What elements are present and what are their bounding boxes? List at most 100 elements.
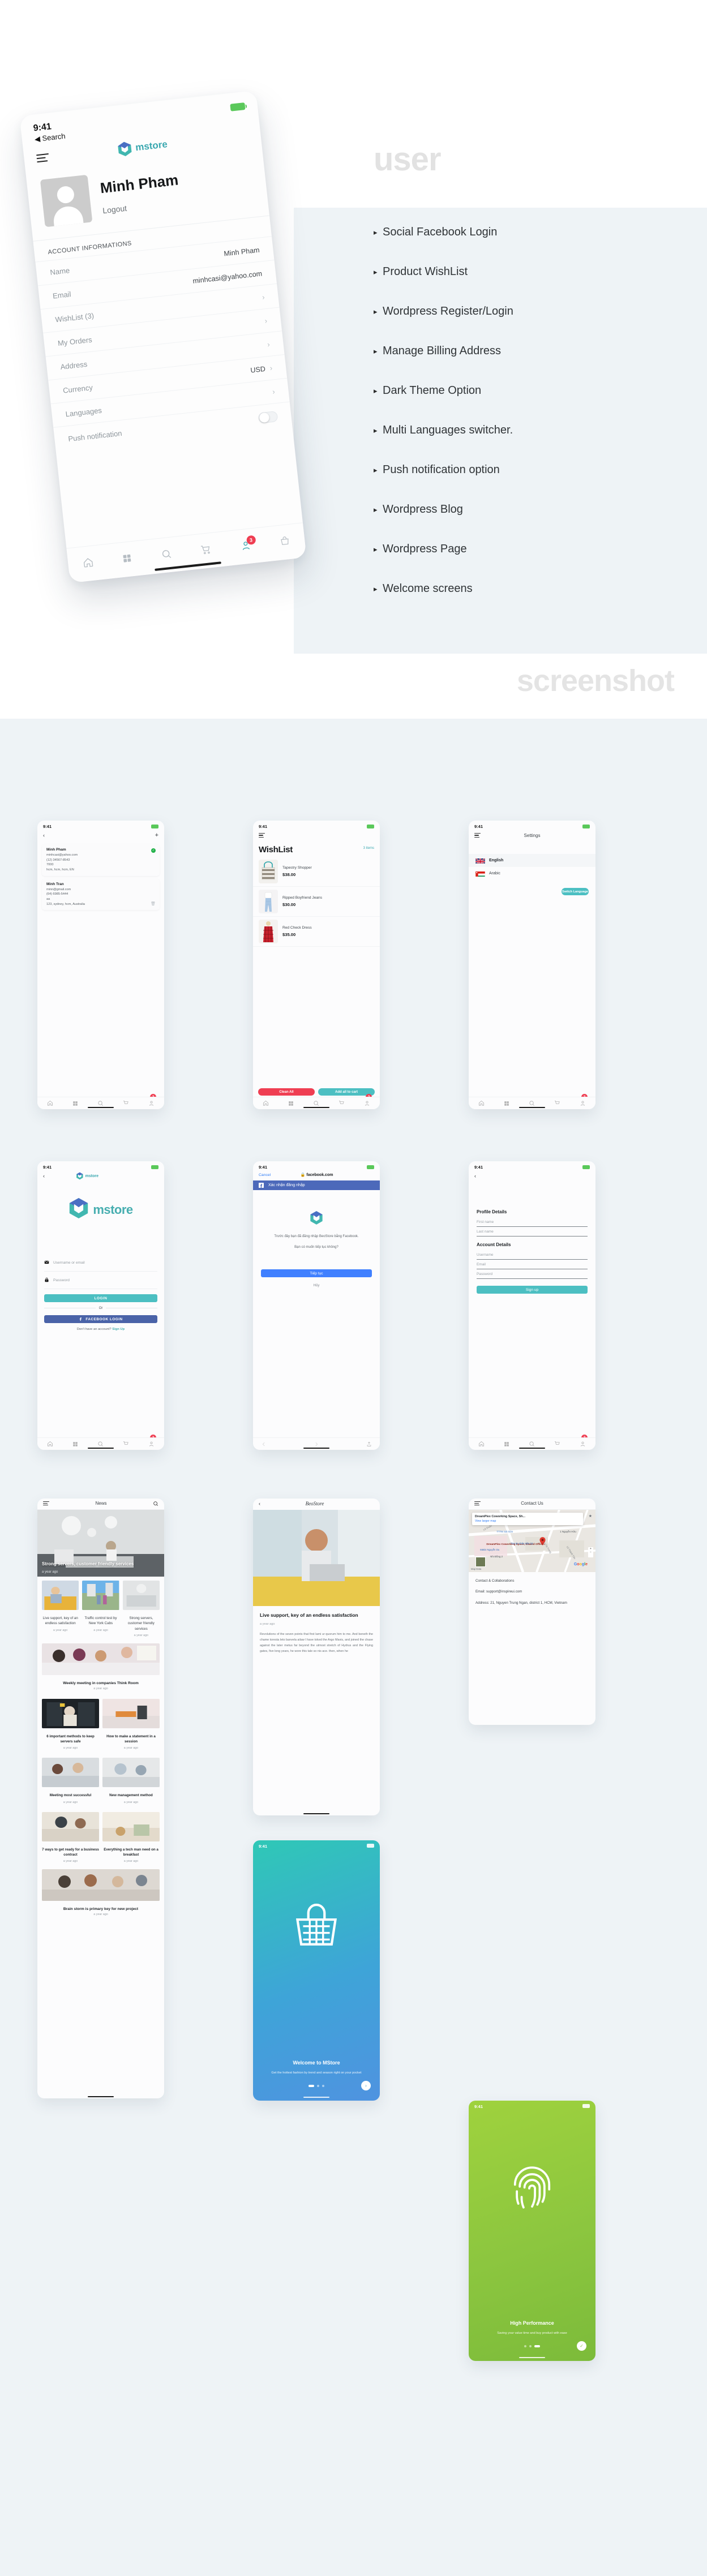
next-button[interactable]: › xyxy=(361,2081,371,2090)
hamburger-menu-icon[interactable] xyxy=(259,832,265,839)
signup-button[interactable]: Sign up xyxy=(477,1286,588,1294)
tab-cart[interactable] xyxy=(554,1100,560,1106)
tab-cart[interactable] xyxy=(123,1100,129,1106)
avatar[interactable] xyxy=(40,174,93,227)
tab-search[interactable] xyxy=(97,1441,104,1447)
list-item[interactable]: Brain storm is primary key for new proje… xyxy=(37,1867,164,1921)
list-item[interactable]: Traffic control test by New York Cabs a y… xyxy=(82,1581,119,1637)
tab-home[interactable] xyxy=(263,1100,269,1106)
list-item[interactable]: How to make a statement in a session a ye… xyxy=(102,1698,160,1750)
map-thumbnail[interactable] xyxy=(475,1557,486,1567)
cancel-button[interactable]: Cancel xyxy=(259,1173,271,1177)
email-field[interactable]: Email xyxy=(477,1260,588,1269)
trash-icon[interactable]: 🗑 xyxy=(151,901,156,906)
tab-categories[interactable] xyxy=(122,553,132,566)
tab-cart[interactable] xyxy=(123,1441,129,1447)
list-item[interactable]: Strong servers, customer friendly servic… xyxy=(122,1581,160,1637)
add-address-button[interactable]: + xyxy=(155,832,158,839)
tab-categories[interactable] xyxy=(288,1101,294,1106)
map-zoom-controls[interactable]: + − xyxy=(588,1547,593,1557)
tab-home[interactable] xyxy=(47,1100,53,1106)
news-hero[interactable]: Strong servers, customer friendly servic… xyxy=(37,1510,164,1577)
view-larger-map-link[interactable]: View larger map xyxy=(475,1519,580,1523)
switch-language-button[interactable]: Switch Language xyxy=(562,888,589,895)
screen-facebook-login: 9:41 Cancel 🔒 facebook.com Xác nhận đăng… xyxy=(253,1161,380,1450)
first-name-field[interactable]: First name xyxy=(477,1217,588,1227)
list-item: ▸ Multi Languages switcher. xyxy=(374,410,668,450)
language-option-english[interactable]: English xyxy=(469,854,595,867)
language-option-arabic[interactable]: Arabic xyxy=(469,867,595,880)
cancel-link[interactable]: Hủy xyxy=(253,1283,380,1287)
tab-cart[interactable] xyxy=(554,1441,560,1447)
list-item[interactable]: Red Check Dress $35.00 xyxy=(253,917,380,947)
list-item[interactable]: Ripped Boyfriend Jeans $30.00 xyxy=(253,887,380,917)
password-field[interactable]: Password xyxy=(44,1272,157,1289)
username-field[interactable]: Username xyxy=(477,1250,588,1260)
tab-account[interactable] xyxy=(580,1441,586,1447)
last-name-field[interactable]: Last name xyxy=(477,1227,588,1237)
tab-account[interactable]: 3 xyxy=(239,534,256,554)
back-button[interactable]: ‹ xyxy=(43,832,45,838)
tab-home[interactable] xyxy=(478,1441,485,1447)
list-item[interactable]: Meeting most successful a year ago xyxy=(42,1758,99,1804)
hamburger-menu-icon[interactable] xyxy=(43,1500,49,1507)
tab-cart[interactable] xyxy=(338,1100,345,1106)
list-item[interactable]: 🗑 Minh Tran minn@gmail.com (64) 6985-544… xyxy=(42,878,160,911)
tab-search[interactable] xyxy=(529,1100,535,1106)
tab-home[interactable] xyxy=(47,1441,53,1447)
profile-details-heading: Profile Details xyxy=(477,1209,507,1214)
password-field[interactable]: Password xyxy=(477,1269,588,1279)
pagination-dots[interactable] xyxy=(308,2085,324,2087)
back-button[interactable]: ‹ xyxy=(259,1501,260,1506)
done-button[interactable]: ✓ xyxy=(577,2341,586,2351)
share-icon[interactable] xyxy=(366,1441,372,1447)
tab-account[interactable] xyxy=(364,1100,370,1106)
tab-search[interactable] xyxy=(313,1100,319,1106)
tab-account[interactable] xyxy=(580,1100,586,1106)
list-item[interactable]: ✓ Minh Pham minhcasi@yahoo.com (12) 3456… xyxy=(42,844,160,876)
status-time: 9:41 xyxy=(474,824,483,829)
username-field[interactable]: Username or email xyxy=(44,1254,157,1272)
tab-account[interactable] xyxy=(148,1441,155,1447)
back-button[interactable]: ‹ xyxy=(43,1173,45,1179)
list-item[interactable]: New management method a year ago xyxy=(102,1758,160,1804)
back-button[interactable]: ‹ xyxy=(474,1173,476,1179)
tab-account[interactable] xyxy=(148,1100,155,1106)
tab-home[interactable] xyxy=(478,1100,485,1106)
continue-button[interactable]: Tiếp tục xyxy=(261,1269,372,1277)
tab-categories[interactable] xyxy=(72,1441,78,1447)
map-info-card[interactable]: DreamPlex Coworking Space, Sh... View la… xyxy=(472,1513,583,1525)
list-item[interactable]: 6 important methods to keep servers safe… xyxy=(42,1698,99,1750)
list-item[interactable]: Tapestry Shopper $38.00 xyxy=(253,857,380,887)
pagination-dots[interactable] xyxy=(524,2345,540,2347)
browser-back-icon[interactable] xyxy=(261,1441,267,1447)
tab-categories[interactable] xyxy=(504,1101,509,1106)
star-icon[interactable]: ★ xyxy=(589,1514,592,1518)
search-icon[interactable] xyxy=(153,1501,158,1506)
login-button[interactable]: LOGIN xyxy=(44,1294,157,1302)
tab-categories[interactable] xyxy=(504,1441,509,1447)
list-item[interactable]: 7 ways to get ready for a business contr… xyxy=(42,1811,99,1863)
signup-link[interactable]: Sign Up xyxy=(112,1328,125,1331)
tab-search[interactable] xyxy=(160,548,172,563)
language-label: Arabic xyxy=(489,871,500,875)
hamburger-menu-icon[interactable] xyxy=(474,832,481,839)
tab-cart[interactable] xyxy=(200,544,212,559)
map-view[interactable]: DreamPlex Coworking Space, Sh... View la… xyxy=(469,1510,595,1572)
logout-link[interactable]: Logout xyxy=(102,198,181,215)
list-item[interactable]: Weekly meeting in companies Think Room a … xyxy=(37,1641,164,1695)
clean-all-button[interactable]: Clean All xyxy=(258,1088,315,1096)
list-item[interactable]: Live support, key of an endless satisfac… xyxy=(42,1581,79,1637)
hamburger-menu-icon[interactable] xyxy=(36,151,50,165)
list-item[interactable]: Everything a tech man need on a breakfas… xyxy=(102,1811,160,1863)
tab-bag[interactable] xyxy=(280,535,291,549)
browser-forward-icon[interactable] xyxy=(314,1441,319,1447)
tab-categories[interactable] xyxy=(72,1101,78,1106)
tab-home[interactable] xyxy=(82,556,94,571)
push-notification-toggle[interactable] xyxy=(258,411,278,424)
hamburger-menu-icon[interactable] xyxy=(474,1500,481,1507)
tab-search[interactable] xyxy=(529,1441,535,1447)
tab-search[interactable] xyxy=(97,1100,104,1106)
news-title: Meeting most successful xyxy=(49,1793,92,1798)
facebook-login-button[interactable]: FACEBOOK LOGIN xyxy=(44,1315,157,1323)
